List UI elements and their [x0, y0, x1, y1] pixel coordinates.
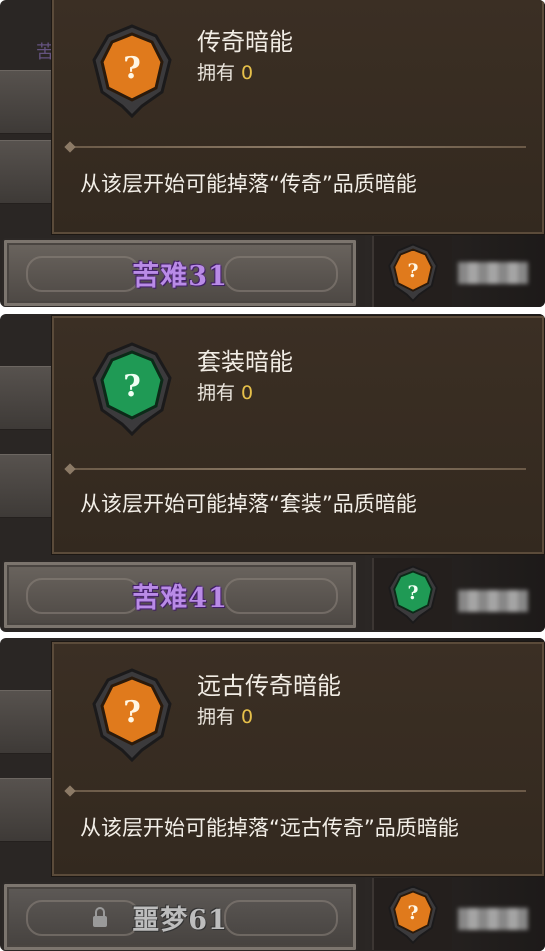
svg-text:?: ?	[408, 582, 419, 604]
owned-label: 拥有	[197, 706, 236, 728]
svg-text:?: ?	[123, 695, 141, 730]
level-row-torment-41[interactable]: 苦难41	[2, 560, 358, 630]
level-label: 苦难31	[132, 261, 228, 292]
svg-text:?: ?	[408, 902, 419, 924]
owned-number: 0	[241, 382, 254, 404]
owned-count: 拥有 0	[197, 702, 253, 729]
level-row-torment-31[interactable]: 苦难31	[2, 238, 358, 307]
tooltip-divider	[70, 790, 526, 792]
owned-label: 拥有	[197, 382, 236, 404]
rune-tooltip: ? 传奇暗能 拥有 0 从该层开始可能掉落“传奇”品质暗能	[52, 0, 544, 234]
tooltip-divider	[70, 468, 526, 470]
blurred-text	[458, 908, 528, 930]
owned-label: 拥有	[197, 62, 236, 84]
svg-text:?: ?	[408, 260, 419, 282]
blurred-text	[458, 262, 528, 284]
tooltip-title: 套装暗能	[197, 348, 293, 376]
tooltip-description: 从该层开始可能掉落“套装”品质暗能	[80, 492, 417, 516]
owned-count: 拥有 0	[197, 58, 253, 85]
screenshot-panel-set: 苦难41 ? ? 套装暗能 拥有 0 从该层开始可能掉落“套装”品质暗能	[0, 314, 545, 632]
owned-number: 0	[241, 706, 254, 728]
orange-unknown-rune-icon: ?	[388, 243, 438, 302]
owned-number: 0	[241, 62, 254, 84]
row-rune-slot[interactable]: ?	[372, 236, 452, 307]
tooltip-description: 从该层开始可能掉落“远古传奇”品质暗能	[80, 816, 459, 840]
green-unknown-rune-icon: ?	[92, 342, 172, 436]
level-label: 苦难41	[132, 583, 228, 614]
svg-text:?: ?	[123, 369, 141, 404]
row-rune-slot[interactable]: ?	[372, 878, 452, 950]
tooltip-title: 远古传奇暗能	[197, 672, 341, 700]
screenshot-panel-ancient-legendary: 噩梦61 ? ? 远古传奇暗能 拥有 0 从该层开始可能掉落“远古传奇”品质暗能	[0, 638, 545, 951]
tooltip-title: 传奇暗能	[197, 28, 293, 56]
tooltip-divider	[70, 146, 526, 148]
tooltip-description: 从该层开始可能掉落“传奇”品质暗能	[80, 172, 417, 196]
green-unknown-rune-icon: ?	[388, 565, 438, 624]
rune-tooltip: ? 远古传奇暗能 拥有 0 从该层开始可能掉落“远古传奇”品质暗能	[52, 642, 544, 876]
level-label: 噩梦61	[132, 905, 228, 936]
orange-unknown-rune-icon: ?	[92, 24, 172, 118]
blurred-text	[458, 590, 528, 612]
screenshot-panel-legendary: 苦 苦难31 ? ? 传奇暗能 拥有 0 从该层开始可能掉落“传奇”品质暗能	[0, 0, 545, 307]
svg-text:?: ?	[123, 51, 141, 86]
rune-tooltip: ? 套装暗能 拥有 0 从该层开始可能掉落“套装”品质暗能	[52, 316, 544, 554]
row-rune-slot[interactable]: ?	[372, 558, 452, 630]
level-row-nightmare-61[interactable]: 噩梦61	[2, 882, 358, 951]
orange-unknown-rune-icon: ?	[92, 668, 172, 762]
orange-unknown-rune-icon: ?	[388, 885, 438, 944]
owned-count: 拥有 0	[197, 378, 253, 405]
